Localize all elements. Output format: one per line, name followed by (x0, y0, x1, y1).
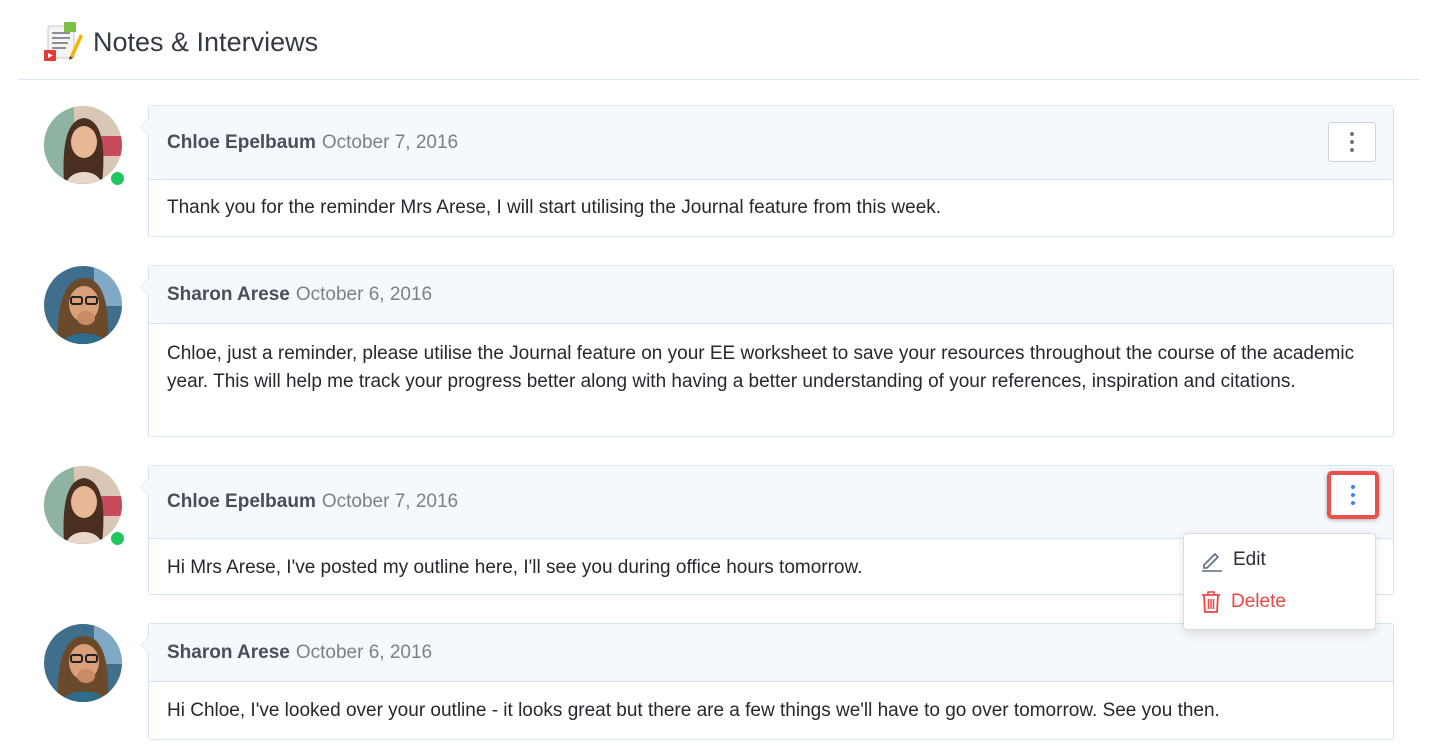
edit-menu-item[interactable]: Edit (1200, 548, 1266, 572)
online-status-indicator (109, 170, 126, 187)
note-card: Sharon Arese October 6, 2016 Hi Chloe, I… (140, 623, 1394, 740)
note-author[interactable]: Chloe Epelbaum (167, 491, 316, 513)
pencil-icon (1202, 552, 1222, 572)
note-date: October 7, 2016 (321, 131, 459, 153)
note-author[interactable]: Sharon Arese (167, 284, 290, 306)
avatar-image (44, 266, 122, 344)
trash-icon (1202, 591, 1220, 613)
delete-label: Delete (1231, 591, 1286, 612)
note-header: Sharon Arese October 6, 2016 (149, 624, 1393, 682)
avatar-image (44, 624, 122, 702)
notes-page: Notes & Interviews Chloe Epelbaum Octobe… (0, 0, 1430, 756)
note-menu-button-active[interactable] (1327, 471, 1379, 519)
notes-icon (44, 20, 84, 62)
note-date: October 6, 2016 (295, 641, 433, 663)
delete-menu-item[interactable]: Delete (1200, 590, 1286, 614)
note-body: Thank you for the reminder Mrs Arese, I … (167, 197, 942, 218)
online-status-indicator (109, 530, 126, 547)
note-menu-button[interactable] (1328, 122, 1376, 162)
page-title: Notes & Interviews (93, 27, 319, 57)
avatar-chloe[interactable] (44, 106, 126, 187)
note-date: October 7, 2016 (321, 491, 459, 512)
note-card: Sharon Arese October 6, 2016 Chloe, just… (140, 265, 1394, 437)
avatar-sharon[interactable] (44, 266, 122, 344)
more-vertical-icon (1351, 485, 1355, 505)
section-header: Notes & Interviews (18, 0, 1419, 80)
note-body: Hi Chloe, I've looked over your outline … (167, 700, 1220, 721)
note-header: Chloe Epelbaum October 7, 2016 (149, 466, 1393, 539)
note-body: Chloe, just a reminder, please utilise t… (167, 343, 1355, 392)
note-header: Sharon Arese October 6, 2016 (149, 266, 1393, 324)
note-card: Chloe Epelbaum October 7, 2016 Thank you… (140, 105, 1394, 237)
note-header: Chloe Epelbaum October 7, 2016 (149, 106, 1393, 180)
more-vertical-icon (1350, 132, 1354, 152)
avatar-chloe[interactable] (44, 466, 126, 547)
edit-label: Edit (1233, 549, 1266, 570)
note-author[interactable]: Chloe Epelbaum (167, 132, 316, 154)
avatar-sharon[interactable] (44, 624, 122, 702)
note-author[interactable]: Sharon Arese (167, 642, 290, 664)
note-actions-menu: Edit Delete (1183, 533, 1376, 630)
note-date: October 6, 2016 (295, 283, 433, 305)
